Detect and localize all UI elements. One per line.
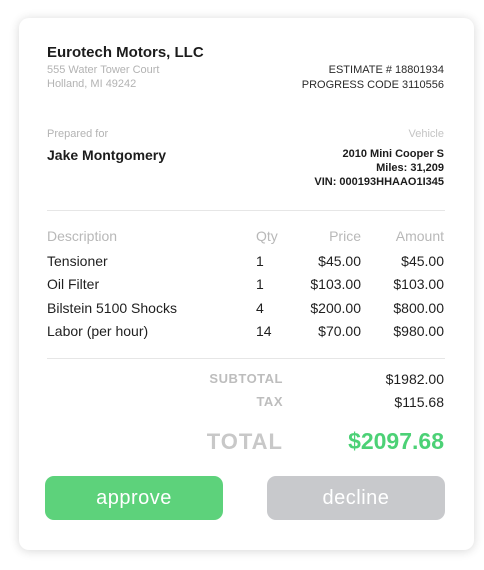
line-item-description: Bilstein 5100 Shocks — [47, 300, 177, 316]
tax-label: TAX — [256, 394, 283, 409]
prepared-for-label: Prepared for — [47, 128, 109, 140]
line-item-qty: 14 — [256, 323, 272, 339]
approve-button[interactable]: approve — [45, 476, 223, 520]
estimate-number: ESTIMATE # 18801934 — [328, 64, 444, 76]
progress-code: PROGRESS CODE 3110556 — [301, 79, 444, 91]
line-item-amount: $800.00 — [393, 300, 444, 316]
estimate-card: Eurotech Motors, LLC 555 Water Tower Cou… — [19, 18, 474, 550]
column-header-price: Price — [329, 228, 361, 244]
company-name: Eurotech Motors, LLC — [47, 44, 204, 61]
tax-value: $115.68 — [394, 394, 444, 410]
line-item-qty: 4 — [256, 300, 264, 316]
subtotal-value: $1982.00 — [385, 371, 444, 387]
line-item-description: Labor (per hour) — [47, 323, 149, 339]
column-header-amount: Amount — [395, 228, 444, 244]
line-item-amount: $980.00 — [393, 323, 444, 339]
vehicle-model: 2010 Mini Cooper S — [342, 148, 444, 160]
company-address-line2: Holland, MI 49242 — [47, 78, 137, 90]
line-item-price: $103.00 — [310, 276, 361, 292]
line-item-qty: 1 — [256, 276, 264, 292]
line-item-description: Tensioner — [47, 253, 108, 269]
line-item-price: $200.00 — [310, 300, 361, 316]
column-header-qty: Qty — [256, 228, 278, 244]
header-divider — [47, 210, 445, 211]
subtotal-label: SUBTOTAL — [209, 371, 283, 386]
column-header-description: Description — [47, 228, 118, 244]
company-address-line1: 555 Water Tower Court — [47, 64, 160, 76]
line-item-description: Oil Filter — [47, 276, 100, 292]
vehicle-vin: VIN: 000193HHAAO1I345 — [314, 176, 444, 188]
total-label: TOTAL — [206, 429, 283, 454]
line-item-amount: $45.00 — [401, 253, 444, 269]
line-item-price: $45.00 — [318, 253, 361, 269]
table-divider — [47, 358, 445, 359]
line-item-price: $70.00 — [318, 323, 361, 339]
total-value: $2097.68 — [348, 428, 444, 454]
decline-button[interactable]: decline — [267, 476, 445, 520]
line-item-amount: $103.00 — [393, 276, 444, 292]
customer-name: Jake Montgomery — [47, 147, 167, 163]
vehicle-miles: Miles: 31,209 — [376, 162, 444, 174]
vehicle-label: Vehicle — [408, 128, 444, 140]
line-item-qty: 1 — [256, 253, 264, 269]
